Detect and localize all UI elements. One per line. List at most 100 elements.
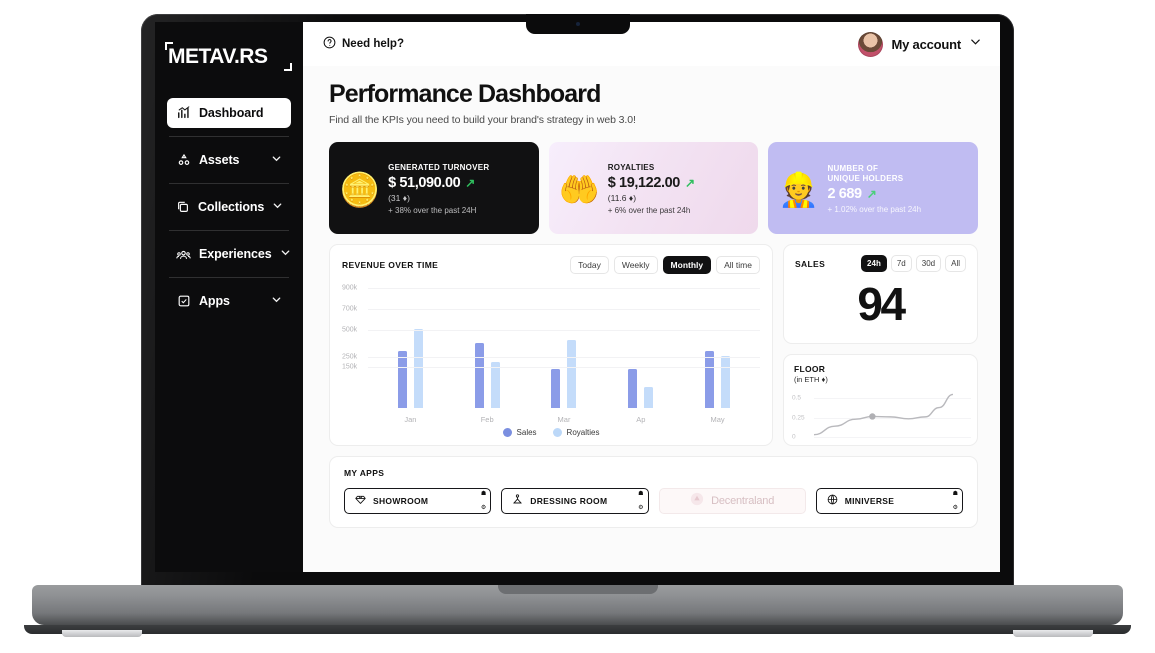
hanger-icon <box>512 492 523 510</box>
kpi-row: 🪙 GENERATED TURNOVER $ 51,090.00 ↗ (31 ♦… <box>329 142 979 234</box>
gridline <box>368 288 760 290</box>
app-button-miniverse[interactable]: MINIVERSE ☗ ⚙ <box>815 488 963 514</box>
dashboard-content: Performance Dashboard Find all the KPIs … <box>303 66 1000 572</box>
kpi-card-generated-turnover[interactable]: 🪙 GENERATED TURNOVER $ 51,090.00 ↗ (31 ♦… <box>329 142 539 234</box>
kpi-note: + 38% over the past 24H <box>388 206 477 215</box>
gridline <box>368 330 760 332</box>
page-subtitle: Find all the KPIs you need to build your… <box>329 114 636 126</box>
sidebar-nav: Dashboard Assets Collections Experiences… <box>155 98 303 316</box>
collections-icon <box>176 200 190 215</box>
sidebar-item-label: Assets <box>199 153 240 167</box>
revenue-range-weekly[interactable]: Weekly <box>613 256 658 274</box>
laptop-base <box>32 585 1123 625</box>
legend-label: Royalties <box>566 428 600 437</box>
bar-royalties-feb[interactable] <box>490 361 500 408</box>
kpi-value: $ 51,090.00 <box>388 175 461 191</box>
floor-card: FLOOR (in ETH ♦) 0.5 0.25 0 <box>783 354 978 446</box>
sidebar-item-label: Apps <box>199 294 230 308</box>
account-menu[interactable]: My account <box>858 31 982 57</box>
app-label: Decentraland <box>711 495 775 507</box>
brand-logo-text: METAV.RS <box>168 45 268 68</box>
logo-bracket-top-left-icon <box>165 42 173 50</box>
need-help-button[interactable]: Need help? <box>323 36 404 52</box>
app-label: DRESSING ROOM <box>530 496 608 506</box>
sidebar-item-dashboard[interactable]: Dashboard <box>167 98 291 128</box>
revenue-legend: Sales Royalties <box>342 428 760 437</box>
kpi-card-royalties[interactable]: 🤲 ROYALTIES $ 19,122.00 ↗ (11.6 ♦) + 6% … <box>548 142 759 234</box>
revenue-card-title: REVENUE OVER TIME <box>342 260 439 270</box>
bar-royalties-ap[interactable] <box>644 387 654 408</box>
sales-range-all[interactable]: All <box>945 255 966 272</box>
legend-swatch-royalties-icon <box>552 428 562 437</box>
bar-sales-mar[interactable] <box>551 369 561 408</box>
brand-logo[interactable]: METAV.RS <box>165 42 292 72</box>
sidebar-divider <box>169 136 289 137</box>
legend-label: Sales <box>516 428 537 437</box>
floor-card-title: FLOOR <box>794 364 826 374</box>
bar-sales-jan[interactable] <box>397 351 407 408</box>
bar-royalties-may[interactable] <box>721 356 731 408</box>
chevron-down-icon <box>280 247 291 261</box>
sidebar: METAV.RS Dashboard Assets Collections Ex… <box>155 22 303 572</box>
gridline <box>368 309 760 311</box>
sales-range-30d[interactable]: 30d <box>915 255 942 272</box>
revenue-range-today[interactable]: Today <box>570 256 609 274</box>
sidebar-item-assets[interactable]: Assets <box>167 145 291 175</box>
main-area: Need help? My account Performance Dashbo… <box>303 22 1000 572</box>
kpi-value-row: 2 689 ↗ <box>827 186 921 202</box>
chevron-down-icon[interactable] <box>969 35 982 53</box>
sales-range-7d[interactable]: 7d <box>890 255 912 272</box>
app-label: MINIVERSE <box>844 496 895 506</box>
kpi-value: $ 19,122.00 <box>607 175 681 191</box>
floor-data-point-marker[interactable] <box>869 413 876 420</box>
app-corner-bottom-icon: ⚙ <box>638 505 644 511</box>
revenue-range-monthly[interactable]: Monthly <box>662 256 712 274</box>
bar-sales-feb[interactable] <box>474 342 484 408</box>
x-axis-tick-label: Mar <box>557 415 571 424</box>
account-label: My account <box>891 36 961 52</box>
app-corner-top-icon: ☗ <box>638 491 644 497</box>
app-corner-bottom-icon: ⚙ <box>480 505 487 511</box>
bar-groups <box>372 283 756 408</box>
legend-item-sales: Sales <box>502 428 537 437</box>
webcam-icon <box>575 22 580 26</box>
my-apps-card: MY APPS SHOWROOM ☗ ⚙ DRESSING ROOM ☗ ⚙ D… <box>329 456 978 528</box>
y-axis-tick-label: 150k <box>342 363 358 371</box>
sales-range-24h[interactable]: 24h <box>861 255 887 272</box>
legend-item-royalties: Royalties <box>552 428 600 437</box>
kpi-label: GENERATED TURNOVER <box>388 163 490 172</box>
kpi-card-unique-holders[interactable]: 👷 NUMBER OF UNIQUE HOLDERS 2 689 ↗ + 1.0… <box>768 142 979 234</box>
gridline <box>368 367 760 369</box>
hand-coin-icon: 🤲 <box>558 170 600 208</box>
kpi-label-line2: UNIQUE HOLDERS <box>827 174 904 183</box>
revenue-over-time-card: REVENUE OVER TIME Today Weekly Monthly A… <box>329 244 773 446</box>
bar-group <box>526 283 603 408</box>
kpi-eth-sub: (31 ♦) <box>388 193 410 203</box>
sidebar-item-experiences[interactable]: Experiences <box>167 239 291 269</box>
sidebar-item-apps[interactable]: Apps <box>167 286 291 316</box>
bar-royalties-jan[interactable] <box>413 329 423 408</box>
y-axis-tick-label: 700k <box>342 305 358 313</box>
laptop-foot-right <box>1013 630 1093 637</box>
kpi-value-row: $ 51,090.00 ↗ <box>388 175 489 191</box>
sidebar-divider <box>169 277 289 278</box>
bar-group <box>449 283 526 408</box>
sidebar-item-collections[interactable]: Collections <box>167 192 291 222</box>
sales-card: SALES 24h 7d 30d All 94 <box>783 244 978 344</box>
revenue-range-tabs: Today Weekly Monthly All time <box>570 256 760 274</box>
sidebar-divider <box>169 230 289 231</box>
app-button-dressing-room[interactable]: DRESSING ROOM ☗ ⚙ <box>501 488 649 514</box>
kpi-label-line1: NUMBER OF <box>827 164 879 173</box>
bar-sales-ap[interactable] <box>628 369 638 408</box>
app-button-showroom[interactable]: SHOWROOM ☗ ⚙ <box>344 488 492 514</box>
sidebar-item-label: Collections <box>198 200 265 214</box>
bar-royalties-mar[interactable] <box>567 339 577 408</box>
revenue-card-header: REVENUE OVER TIME Today Weekly Monthly A… <box>342 256 760 274</box>
revenue-range-alltime[interactable]: All time <box>716 256 760 274</box>
kpi-value: 2 689 <box>827 186 862 202</box>
sidebar-divider <box>169 183 289 184</box>
y-axis-tick-label: 900k <box>342 284 358 292</box>
globe-icon <box>827 492 838 510</box>
bar-sales-may[interactable] <box>705 350 715 408</box>
laptop-notch <box>525 14 630 34</box>
